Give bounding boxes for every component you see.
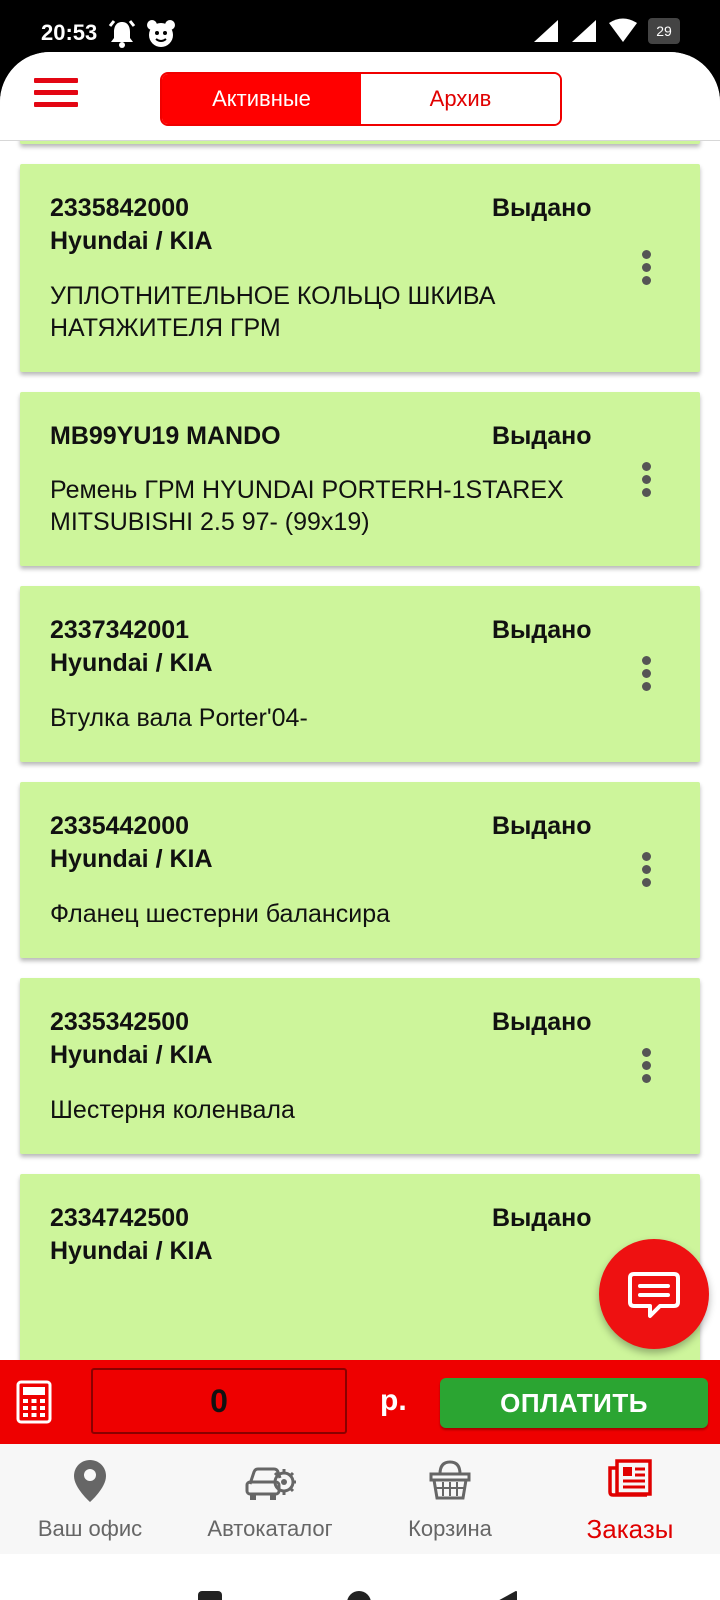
- order-brand: Hyundai / KIA: [50, 227, 213, 255]
- tab-active[interactable]: Активные: [162, 74, 361, 124]
- bear-icon: [147, 20, 175, 47]
- nav-orders-label: Заказы: [586, 1514, 674, 1544]
- car-gear-icon: [245, 1467, 296, 1500]
- order-card[interactable]: 2334742500 Hyundai / KIA Выдано: [20, 1174, 700, 1360]
- battery-icon: 29: [648, 18, 680, 44]
- back-icon[interactable]: [494, 1590, 518, 1600]
- status-time: 20:53: [41, 20, 98, 45]
- order-brand: Hyundai / KIA: [50, 1237, 213, 1265]
- order-status: Выдано: [492, 1204, 592, 1232]
- order-brand: Hyundai / KIA: [50, 649, 213, 677]
- order-code: MB99YU19 MANDO: [50, 422, 281, 450]
- order-description: Втулка вала Porter'04-: [50, 704, 308, 732]
- nav-catalog[interactable]: Автокаталог: [180, 1444, 360, 1554]
- wifi-icon: [609, 18, 637, 42]
- order-description: УПЛОТНИТЕЛЬНОЕ КОЛЬЦО ШКИВА НАТЯЖИТЕЛЯ Г…: [50, 282, 496, 342]
- currency-label: р.: [380, 1384, 407, 1417]
- order-code: 2335842000: [50, 194, 190, 222]
- orders-icon: [608, 1459, 652, 1497]
- order-brand: Hyundai / KIA: [50, 845, 213, 873]
- order-brand: Hyundai / KIA: [50, 1041, 213, 1069]
- signal-icon-2: [572, 20, 596, 42]
- more-options-icon[interactable]: [642, 656, 652, 692]
- nav-office-label: Ваш офис: [37, 1516, 143, 1541]
- order-code: 2334742500: [50, 1204, 190, 1232]
- order-description: Ремень ГРМ HYUNDAI PORTERH-1STAREX MITSU…: [50, 476, 564, 536]
- more-options-icon[interactable]: [642, 250, 652, 286]
- nav-orders[interactable]: Заказы: [540, 1444, 720, 1554]
- order-card[interactable]: 2335842000 Hyundai / KIA Выдано УПЛОТНИТ…: [20, 164, 700, 372]
- calculator-icon[interactable]: [16, 1380, 52, 1424]
- nav-catalog-label: Автокаталог: [207, 1516, 333, 1541]
- order-status: Выдано: [492, 812, 592, 840]
- order-card[interactable]: 2335342500 Hyundai / KIA Выдано Шестерня…: [20, 978, 700, 1154]
- amount-field[interactable]: 0: [91, 1368, 347, 1434]
- bottom-navigation: Ваш офис Автокаталог Корзина Заказы: [0, 1444, 720, 1554]
- order-code: 2335442000: [50, 812, 190, 840]
- pay-button[interactable]: ОПЛАТИТЬ: [440, 1378, 708, 1428]
- order-status: Выдано: [492, 616, 592, 644]
- nav-cart[interactable]: Корзина: [360, 1444, 540, 1554]
- chat-icon: [628, 1272, 680, 1318]
- order-description: Шестерня коленвала: [50, 1096, 295, 1124]
- nav-office[interactable]: Ваш офис: [0, 1444, 180, 1554]
- more-options-icon[interactable]: [642, 462, 652, 498]
- signal-icon: [534, 20, 558, 42]
- order-status: Выдано: [492, 194, 592, 222]
- chat-button[interactable]: [599, 1239, 709, 1349]
- orders-list[interactable]: 2335842000 Hyundai / KIA Выдано УПЛОТНИТ…: [0, 140, 720, 1360]
- order-code: 2337342001: [50, 616, 190, 644]
- tab-archive[interactable]: Архив: [361, 74, 560, 124]
- nav-cart-label: Корзина: [408, 1516, 492, 1541]
- location-pin-icon: [74, 1460, 106, 1502]
- payment-bar: 0 р. ОПЛАТИТЬ: [0, 1360, 720, 1444]
- order-code: 2335342500: [50, 1008, 190, 1036]
- order-status: Выдано: [492, 422, 592, 450]
- recents-button[interactable]: [198, 1591, 222, 1600]
- order-card[interactable]: 2335442000 Hyundai / KIA Выдано Фланец ш…: [20, 782, 700, 958]
- top-bar: Активные Архив: [0, 52, 720, 141]
- order-status: Выдано: [492, 1008, 592, 1036]
- more-options-icon[interactable]: [642, 852, 652, 888]
- orders-tab-switch: Активные Архив: [160, 72, 562, 126]
- order-card[interactable]: MB99YU19 MANDO Выдано Ремень ГРМ HYUNDAI…: [20, 392, 700, 566]
- basket-icon: [429, 1460, 471, 1500]
- more-options-icon[interactable]: [642, 1048, 652, 1084]
- app-screen: Активные Архив 2335842000 Hyundai / KIA …: [0, 52, 720, 1600]
- order-card[interactable]: 2337342001 Hyundai / KIA Выдано Втулка в…: [20, 586, 700, 762]
- order-description: Фланец шестерни балансира: [50, 900, 391, 928]
- alarm-icon: [108, 20, 136, 48]
- home-button[interactable]: [347, 1591, 371, 1600]
- hamburger-menu-icon[interactable]: [34, 78, 78, 114]
- system-navigation-bar: [0, 1554, 720, 1600]
